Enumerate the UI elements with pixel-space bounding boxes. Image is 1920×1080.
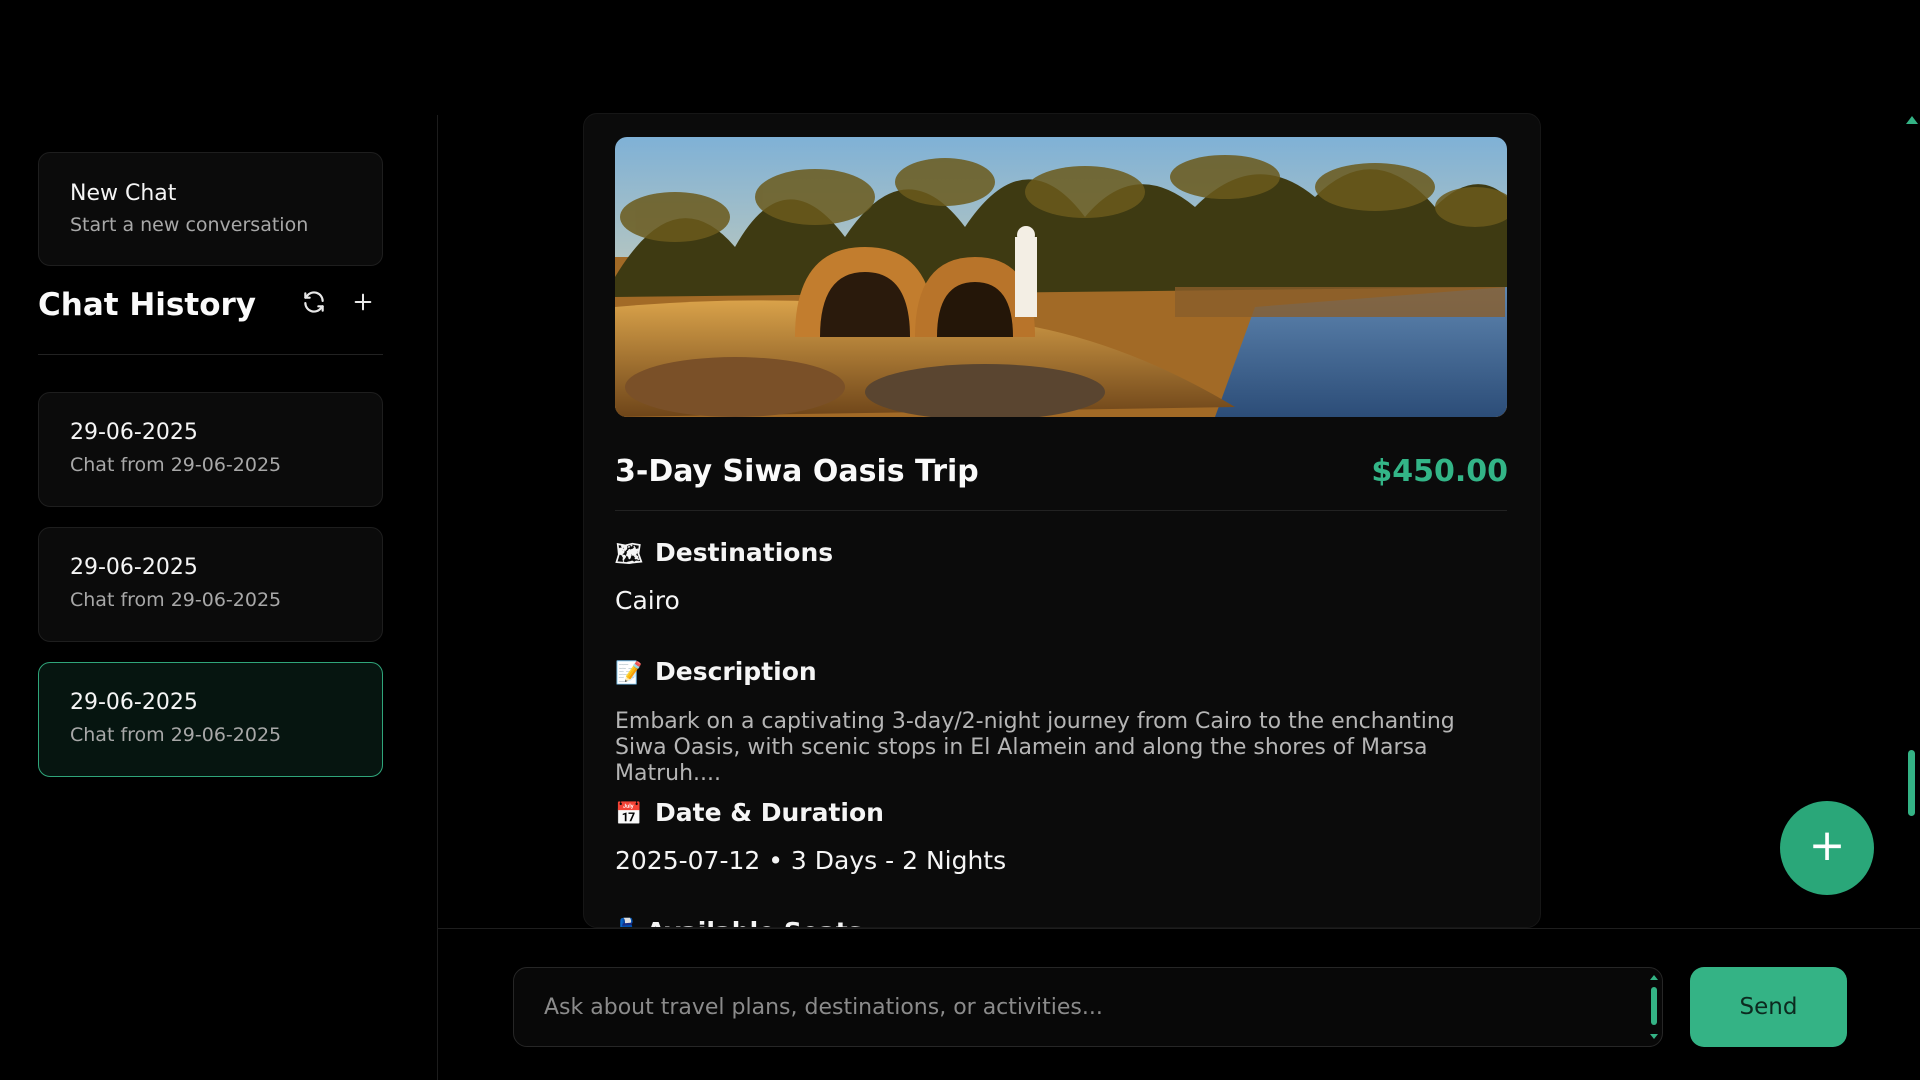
page-scrollbar-thumb[interactable] [1908, 750, 1915, 816]
seat-icon: 💺 [615, 917, 646, 927]
map-icon: 🗺 [615, 542, 643, 567]
divider [615, 510, 1507, 511]
composer-bar: Send [438, 928, 1920, 1080]
trip-card: 3-Day Siwa Oasis Trip $450.00 🗺 Destinati… [583, 113, 1541, 928]
chat-main: 3-Day Siwa Oasis Trip $450.00 🗺 Destinati… [438, 0, 1920, 1080]
trip-image [615, 137, 1507, 417]
trip-price: $450.00 [1371, 454, 1508, 489]
date-value: 2025-07-12 • 3 Days - 2 Nights [615, 846, 1007, 875]
chat-history-title: Chat History [38, 287, 256, 323]
plus-icon[interactable] [348, 289, 378, 319]
chat-item-date: 29-06-2025 [70, 555, 198, 580]
description-text: Embark on a captivating 3-day/2-night jo… [615, 709, 1455, 786]
calendar-icon: 📅 [615, 802, 643, 827]
refresh-icon[interactable] [299, 289, 329, 319]
seats-label: Available Seats [646, 917, 862, 927]
new-chat-button[interactable]: New Chat Start a new conversation [38, 152, 383, 266]
seats-heading: 💺Available Seats [615, 917, 863, 927]
date-label: Date & Duration [655, 798, 884, 827]
new-chat-title: New Chat [70, 181, 177, 206]
description-heading: 📝 Description [615, 657, 817, 686]
chat-item-subtitle: Chat from 29-06-2025 [70, 589, 282, 611]
plus-icon: + [1808, 820, 1846, 871]
chat-history-item[interactable]: 29-06-2025 Chat from 29-06-2025 [38, 392, 383, 507]
date-heading: 📅 Date & Duration [615, 798, 884, 827]
input-scrollbar[interactable] [1649, 973, 1659, 1041]
add-fab-button[interactable]: + [1780, 801, 1874, 895]
new-chat-subtitle: Start a new conversation [70, 214, 309, 236]
chat-history-item[interactable]: 29-06-2025 Chat from 29-06-2025 [38, 527, 383, 642]
trip-title: 3-Day Siwa Oasis Trip [615, 454, 979, 489]
sidebar: New Chat Start a new conversation Chat H… [0, 115, 438, 1080]
chat-item-date: 29-06-2025 [70, 420, 198, 445]
send-button[interactable]: Send [1690, 967, 1847, 1047]
memo-icon: 📝 [615, 661, 643, 686]
chat-item-subtitle: Chat from 29-06-2025 [70, 724, 282, 746]
destinations-value: Cairo [615, 586, 680, 615]
destinations-heading: 🗺 Destinations [615, 538, 833, 567]
destinations-label: Destinations [655, 538, 834, 567]
chat-item-subtitle: Chat from 29-06-2025 [70, 454, 282, 476]
message-input[interactable] [513, 967, 1663, 1047]
chat-item-date: 29-06-2025 [70, 690, 198, 715]
description-label: Description [655, 657, 817, 686]
chat-history-header: Chat History [38, 287, 383, 355]
chat-history-item-active[interactable]: 29-06-2025 Chat from 29-06-2025 [38, 662, 383, 777]
scroll-up-arrow-icon[interactable] [1906, 116, 1918, 124]
